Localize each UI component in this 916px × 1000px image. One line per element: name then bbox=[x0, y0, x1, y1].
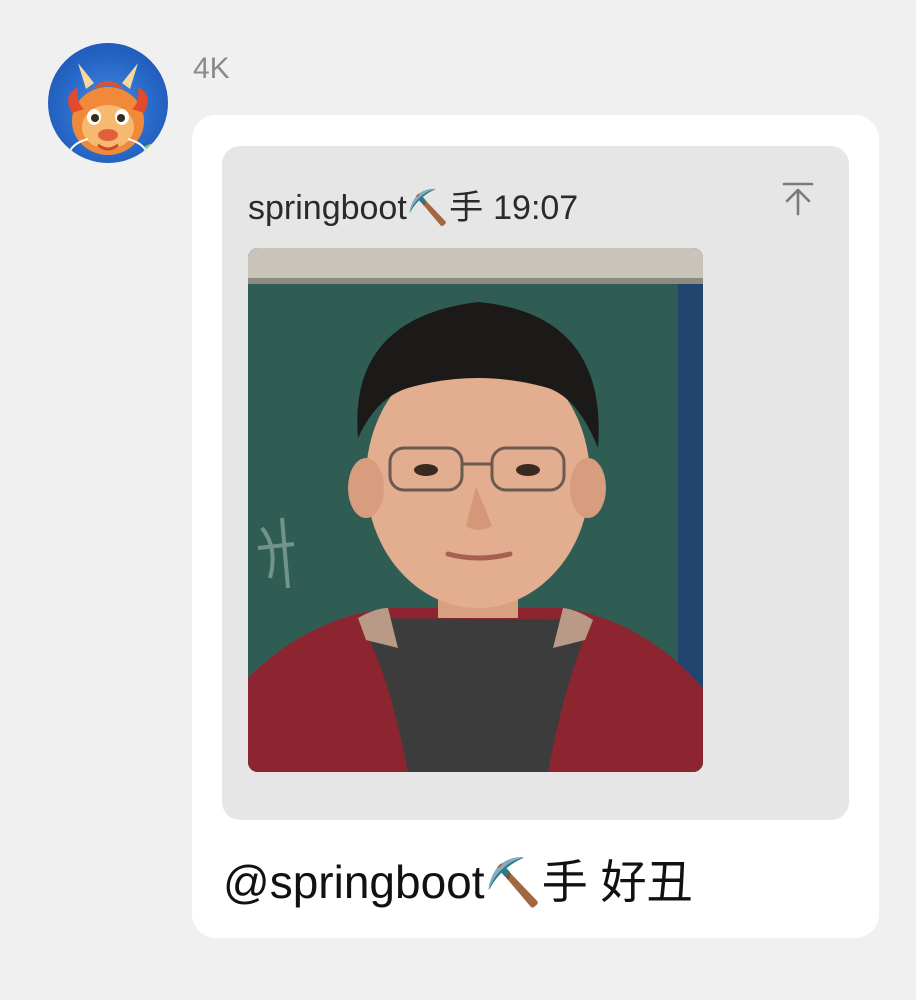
message-text: @springboot⛏️手 好丑 bbox=[223, 856, 693, 908]
quoted-message[interactable]: springboot⛏️手 19:07 bbox=[222, 146, 849, 820]
quote-header: springboot⛏️手 19:07 bbox=[248, 186, 578, 230]
quote-author: springboot⛏️手 bbox=[248, 189, 484, 227]
dragon-avatar-icon[interactable] bbox=[48, 43, 168, 163]
chat-message-row: 4K springboot⛏️手 19:07 @springboot⛏️手 好丑 bbox=[0, 0, 916, 1000]
sender-name: 4K bbox=[193, 52, 230, 85]
message-bubble[interactable]: springboot⛏️手 19:07 @springboot⛏️手 好丑 bbox=[192, 115, 879, 938]
person-photo-image[interactable] bbox=[248, 248, 703, 772]
scroll-to-top-icon[interactable] bbox=[780, 180, 816, 216]
quote-time: 19:07 bbox=[493, 189, 579, 227]
